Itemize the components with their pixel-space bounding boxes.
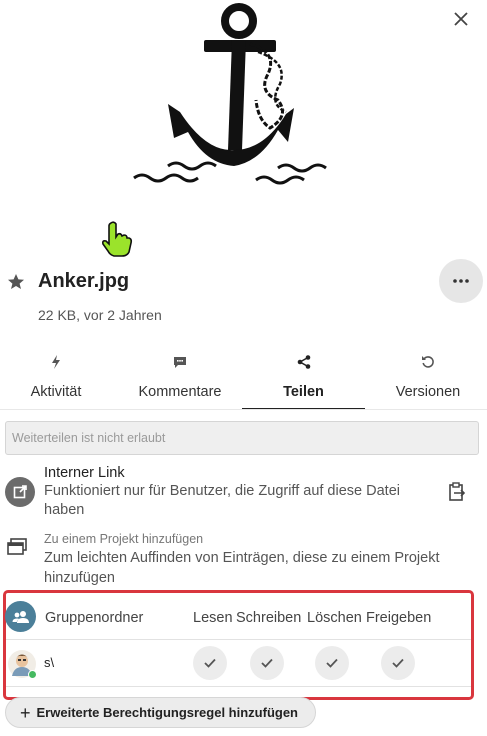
tab-comments[interactable]: Kommentare [120, 348, 240, 410]
more-actions-button[interactable] [439, 259, 483, 303]
plus-icon: + [20, 702, 31, 723]
hand-cursor-icon [102, 221, 133, 257]
checkmark-icon [204, 658, 216, 668]
tab-sharing[interactable]: Teilen [242, 348, 365, 410]
member-name: s\ [44, 655, 55, 670]
permissions-header-divider [6, 639, 471, 640]
write-permission-toggle[interactable] [250, 646, 284, 680]
close-icon [454, 12, 468, 26]
history-icon [421, 353, 435, 371]
permissions-row-divider [6, 686, 471, 687]
share-icon [297, 353, 311, 371]
tab-label: Versionen [395, 384, 461, 400]
external-link-icon [5, 477, 35, 507]
checkmark-icon [392, 658, 404, 668]
file-meta: 22 KB, vor 2 Jahren [38, 307, 162, 323]
checkmark-icon [261, 658, 273, 668]
column-share: Freigeben [366, 610, 432, 626]
share-permission-toggle[interactable] [381, 646, 415, 680]
sidebar-tabs: Aktivität Kommentare Teilen Versionen [0, 348, 487, 410]
tab-label: Teilen [283, 384, 324, 400]
project-title: Zu einem Projekt hinzufügen [44, 532, 204, 546]
project-icon [7, 538, 27, 555]
add-advanced-permission-rule-button[interactable]: + Erweiterte Berechtigungsregel hinzufüg… [5, 697, 316, 728]
reshare-notice: Weiterteilen ist nicht erlaubt [5, 421, 479, 455]
lightning-icon [51, 353, 61, 371]
column-read: Lesen [193, 610, 233, 626]
group-icon [5, 601, 36, 632]
tab-label: Kommentare [138, 384, 222, 400]
tab-activity[interactable]: Aktivität [8, 348, 104, 410]
add-to-project-link[interactable]: Zum leichten Auffinden von Einträgen, di… [44, 548, 464, 588]
add-rule-label: Erweiterte Berechtigungsregel hinzufügen [36, 705, 299, 720]
tab-versions[interactable]: Versionen [378, 348, 478, 410]
delete-permission-toggle[interactable] [315, 646, 349, 680]
group-folder-label: Gruppenordner [45, 610, 144, 626]
internal-link-title[interactable]: Interner Link [44, 465, 125, 481]
read-permission-toggle[interactable] [193, 646, 227, 680]
checkmark-icon [326, 658, 338, 668]
tabs-divider [0, 409, 487, 410]
file-name: Anker.jpg [38, 270, 130, 292]
group-folder-permissions-highlight [3, 590, 474, 700]
column-delete: Löschen [307, 610, 362, 626]
comment-icon [173, 353, 187, 371]
favorite-star-icon[interactable] [6, 272, 26, 292]
ellipsis-icon [453, 279, 469, 283]
online-status-indicator [28, 670, 37, 679]
close-button[interactable] [450, 8, 472, 30]
tab-label: Aktivität [30, 384, 82, 400]
column-write: Schreiben [236, 610, 302, 626]
file-preview-image [133, 3, 327, 185]
copy-to-clipboard-icon[interactable] [447, 481, 467, 503]
internal-link-description: Funktioniert nur für Benutzer, die Zugri… [44, 483, 400, 518]
